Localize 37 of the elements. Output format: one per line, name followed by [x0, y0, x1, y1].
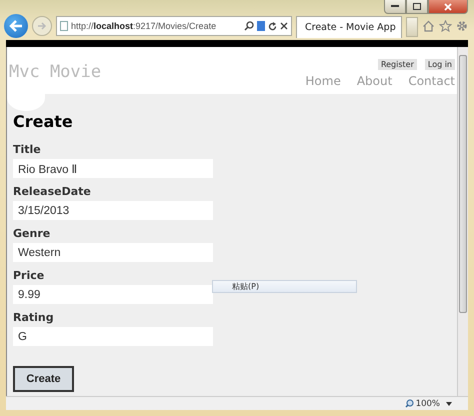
input-field[interactable]: 3/15/2013 — [13, 201, 213, 220]
page-heading: Create — [13, 112, 74, 131]
close-icon — [444, 2, 452, 10]
account-link[interactable]: Register — [378, 59, 417, 70]
search-icon[interactable] — [244, 21, 254, 31]
home-icon[interactable] — [422, 20, 435, 32]
stop-icon[interactable] — [280, 22, 288, 30]
settings-icon[interactable] — [456, 20, 468, 32]
browser-tab[interactable]: Create - Movie App — [296, 16, 402, 38]
minimize-button[interactable] — [384, 0, 406, 14]
back-button[interactable] — [4, 14, 28, 38]
create-button[interactable]: Create — [13, 366, 74, 392]
field-label: Price — [13, 269, 46, 282]
maximize-icon — [413, 3, 421, 10]
refresh-icon[interactable] — [268, 22, 277, 30]
right-arrow-icon — [37, 21, 47, 31]
scrollbar[interactable] — [457, 47, 468, 396]
account-link[interactable]: Log in — [424, 59, 455, 70]
star-icon[interactable] — [439, 20, 452, 32]
dropdown-icon[interactable] — [446, 402, 452, 406]
input-field[interactable]: G — [13, 327, 213, 346]
close-button[interactable] — [428, 0, 468, 14]
maximize-button[interactable] — [406, 0, 428, 14]
field-label: ReleaseDate — [13, 185, 92, 198]
input-field[interactable]: 9.99 — [13, 285, 213, 304]
page-icon — [60, 21, 68, 31]
left-arrow-icon — [9, 20, 23, 32]
input-field[interactable]: Rio Bravo Ⅱ — [13, 159, 213, 178]
field-label: Genre — [13, 227, 52, 240]
menu-item[interactable]: 粘贴(P) — [213, 282, 260, 292]
field-label: Rating — [13, 311, 55, 324]
magnifier-icon — [404, 399, 414, 408]
zoom-control[interactable]: 100% — [404, 398, 440, 408]
minimize-icon — [391, 5, 399, 8]
input-field[interactable]: Western — [13, 243, 213, 262]
address-bar[interactable]: http://localhost:9217/Movies/Create — [56, 16, 292, 36]
field-label: Title — [13, 143, 42, 156]
